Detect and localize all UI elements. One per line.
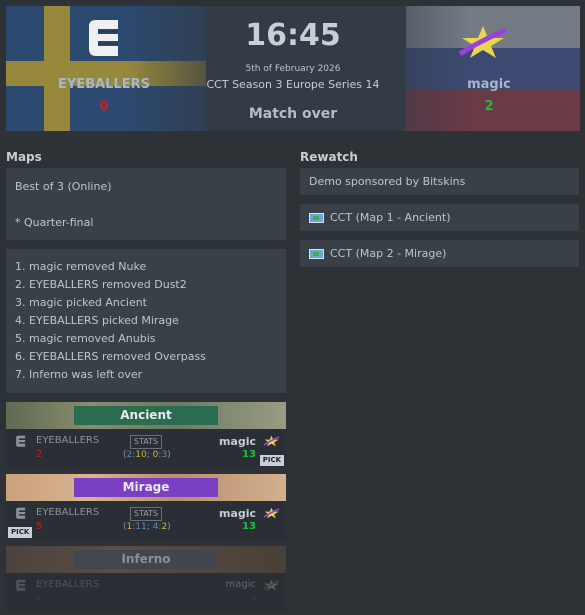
map-team2-score: 13 — [242, 449, 256, 460]
gotv-icon — [309, 212, 324, 223]
format-line: Best of 3 (Online) — [15, 180, 112, 193]
map-result-inferno: Inferno EYEBALLERS - magic - — [6, 546, 286, 611]
team2-name[interactable]: magic — [441, 77, 537, 92]
demo-link-label: CCT (Map 2 - Mirage) — [330, 247, 447, 260]
map-results-row: EYEBALLERS - magic - — [6, 573, 286, 611]
map-team2-score: - — [252, 593, 256, 604]
eyeballers-logo-icon — [16, 579, 26, 591]
maps-section-title: Maps — [6, 150, 42, 164]
map-half-scores: (2:10; 0:3) — [123, 450, 171, 460]
demo-link-label: CCT (Map 1 - Ancient) — [330, 211, 451, 224]
magic-logo-icon — [263, 507, 280, 519]
team1-name[interactable]: EYEBALLERS — [56, 77, 152, 92]
demo-sponsor[interactable]: Demo sponsored by Bitskins — [300, 168, 579, 195]
map-name-inferno: Inferno — [74, 550, 218, 569]
map-banner-ancient: Ancient — [6, 402, 286, 429]
rewatch-section-title: Rewatch — [300, 150, 358, 164]
team1-score: 0 — [99, 99, 109, 114]
map-stats-button[interactable]: STATS — [130, 507, 162, 521]
veto-line: 4. EYEBALLERS picked Mirage — [15, 314, 179, 327]
veto-line: 6. EYEBALLERS removed Overpass — [15, 350, 206, 363]
veto-line: 3. magic picked Ancient — [15, 296, 147, 309]
match-status: Match over — [248, 106, 338, 122]
veto-line: 5. magic removed Anubis — [15, 332, 156, 345]
veto-line: 7. Inferno was left over — [15, 368, 143, 381]
match-date: 5th of February 2026 — [245, 64, 341, 74]
pick-badge: PICK — [8, 527, 33, 538]
map-team2-name: magic — [218, 507, 256, 520]
map-team1-name: EYEBALLERS — [36, 435, 100, 446]
gotv-icon — [309, 248, 324, 259]
match-time: 16:45 — [245, 18, 341, 53]
demo-link-map2[interactable]: CCT (Map 2 - Mirage) — [300, 240, 579, 267]
magic-logo-icon — [263, 579, 280, 591]
map-banner-inferno: Inferno — [6, 546, 286, 573]
team2-score: 2 — [484, 99, 494, 114]
map-name-mirage: Mirage — [74, 478, 218, 497]
map-results-row: EYEBALLERS 2 STATS (2:10; 0:3) magic 13 … — [6, 429, 286, 467]
magic-logo-icon — [263, 435, 280, 447]
map-team1-name: EYEBALLERS — [36, 507, 100, 518]
veto-line: 1. magic removed Nuke — [15, 260, 147, 273]
eyeballers-logo-icon — [16, 435, 26, 447]
eyeballers-logo-icon — [16, 507, 26, 519]
veto-line: 2. EYEBALLERS removed Dust2 — [15, 278, 187, 291]
map-name-ancient: Ancient — [74, 406, 218, 425]
eyeballers-logo-icon[interactable] — [82, 18, 124, 60]
match-format-box: Best of 3 (Online) * Quarter-final — [6, 168, 286, 240]
map-team1-score: - — [36, 593, 40, 604]
match-header: EYEBALLERS 0 magic 2 16:45 5th of Februa… — [6, 6, 580, 131]
map-team2-name: magic — [218, 435, 256, 448]
map-result-mirage: Mirage EYEBALLERS 5 STATS (1:11; 4:2) ma… — [6, 474, 286, 539]
magic-logo-icon[interactable] — [458, 24, 508, 60]
map-stats-button[interactable]: STATS — [130, 435, 162, 449]
map-team2-name: magic — [225, 579, 257, 590]
map-team2-score: 13 — [242, 521, 256, 532]
pick-badge: PICK — [259, 455, 284, 466]
map-banner-mirage: Mirage — [6, 474, 286, 501]
map-team1-name: EYEBALLERS — [36, 579, 100, 590]
match-event-link[interactable]: CCT Season 3 Europe Series 14 — [183, 78, 403, 91]
map-team1-score: 5 — [36, 521, 43, 532]
map-half-scores: (1:11; 4:2) — [123, 522, 171, 532]
veto-box: 1. magic removed Nuke 2. EYEBALLERS remo… — [6, 249, 286, 393]
map-team1-score: 2 — [36, 449, 43, 460]
format-stage: * Quarter-final — [15, 216, 94, 229]
demo-link-map1[interactable]: CCT (Map 1 - Ancient) — [300, 204, 579, 231]
map-results-row: EYEBALLERS 5 STATS (1:11; 4:2) magic 13 … — [6, 501, 286, 539]
demo-sponsor-text: Demo sponsored by Bitskins — [309, 175, 466, 188]
map-result-ancient: Ancient EYEBALLERS 2 STATS (2:10; 0:3) m… — [6, 402, 286, 467]
